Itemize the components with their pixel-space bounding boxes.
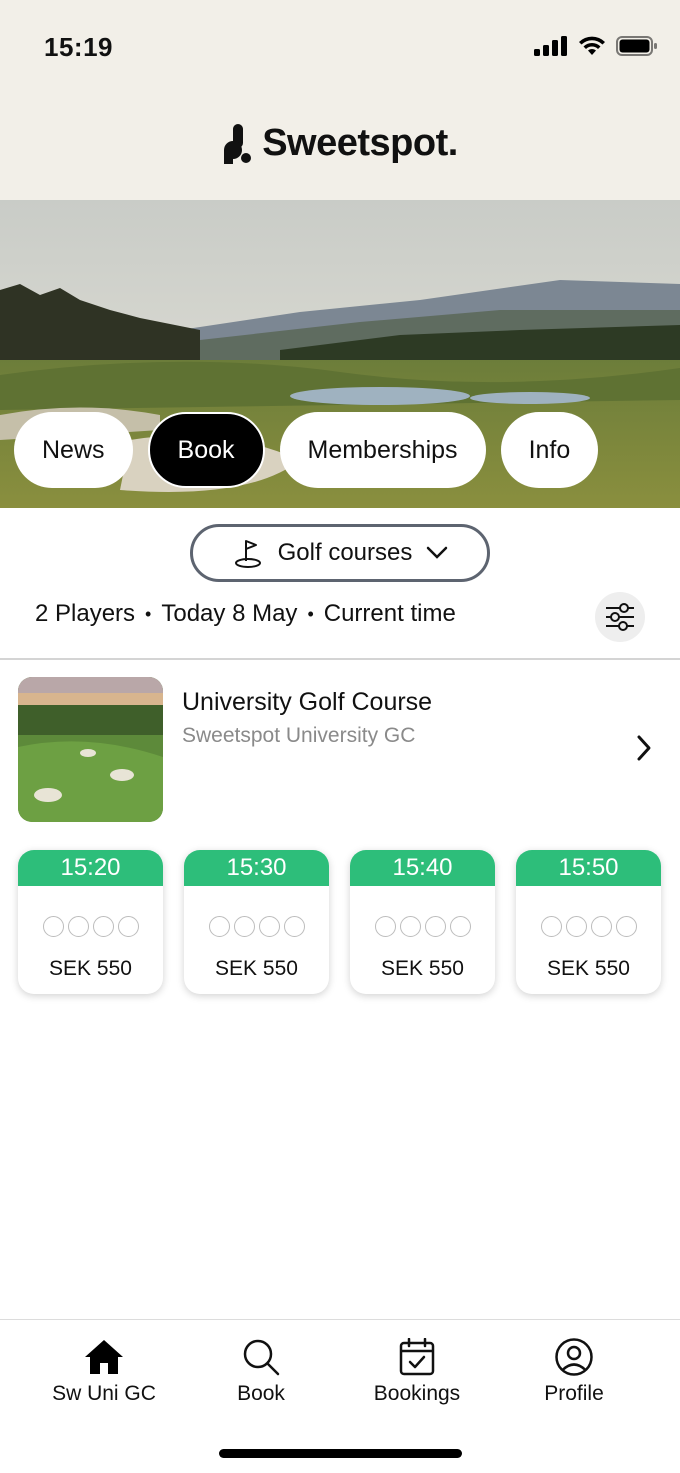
empty-spot-icon (399, 916, 421, 937)
chevron-right-icon[interactable] (636, 734, 652, 767)
signal-icon (534, 36, 567, 56)
date-text: Today 8 May (161, 600, 298, 627)
sliders-icon (606, 603, 634, 631)
tabbar-item-bookings[interactable]: Bookings (347, 1338, 487, 1406)
tab-info[interactable]: Info (500, 412, 599, 488)
battery-icon (616, 36, 657, 56)
tee-time-slot[interactable]: 15:20 SEK 550 (18, 850, 163, 994)
empty-spot-icon (590, 916, 612, 937)
empty-spot-icon (565, 916, 587, 937)
slot-time: 15:50 (516, 850, 661, 886)
slot-time: 15:20 (18, 850, 163, 886)
course-name[interactable]: University Golf Course (182, 688, 432, 717)
time-text: Current time (323, 600, 456, 627)
separator: • (145, 603, 152, 624)
tab-news[interactable]: News (14, 412, 133, 488)
tabbar-label: Book (237, 1382, 285, 1405)
golf-courses-dropdown[interactable]: Golf courses (190, 524, 490, 582)
brand-name: Sweetspot. (262, 122, 458, 164)
tabbar-label: Profile (544, 1382, 604, 1405)
tabbar-label: Sw Uni GC (52, 1382, 156, 1405)
slot-time: 15:40 (350, 850, 495, 886)
empty-spot-icon (374, 916, 396, 937)
separator: • (307, 603, 314, 624)
tab-memberships[interactable]: Memberships (279, 412, 486, 488)
app-header: 15:19 Sweetspot. (0, 0, 680, 200)
golf-flag-icon (234, 540, 261, 568)
hero-tabs: News Book Memberships Info (14, 412, 599, 488)
divider (0, 658, 680, 660)
chevron-down-icon (427, 546, 448, 559)
empty-spot-icon (615, 916, 637, 937)
empty-spot-icon (540, 916, 562, 937)
slot-price: SEK 550 (215, 957, 298, 980)
empty-spot-icon (92, 916, 114, 937)
home-indicator (219, 1449, 462, 1458)
wifi-icon (579, 36, 605, 55)
user-circle-icon (555, 1338, 593, 1376)
tabbar-label: Bookings (373, 1382, 461, 1405)
players-text: 2 Players (35, 600, 136, 627)
empty-spot-icon (208, 916, 230, 937)
tabbar-item-book[interactable]: Book (191, 1338, 331, 1406)
home-icon (85, 1340, 123, 1374)
empty-spot-icon (424, 916, 446, 937)
empty-spot-icon (258, 916, 280, 937)
slot-price: SEK 550 (49, 957, 132, 980)
player-spots (350, 916, 495, 937)
slot-price: SEK 550 (547, 957, 630, 980)
brand-logo: Sweetspot. (0, 122, 680, 165)
status-icons (534, 36, 658, 56)
status-time: 15:19 (44, 32, 113, 62)
empty-spot-icon (117, 916, 139, 937)
course-club: Sweetspot University GC (182, 724, 416, 747)
booking-summary[interactable]: 2 Players • Today 8 May • Current time (35, 600, 456, 628)
player-spots (516, 916, 661, 937)
empty-spot-icon (449, 916, 471, 937)
player-spots (18, 916, 163, 937)
golf-courses-label: Golf courses (277, 539, 413, 566)
course-thumbnail[interactable] (18, 677, 163, 822)
empty-spot-icon (42, 916, 64, 937)
tee-time-slot[interactable]: 15:40 SEK 550 (350, 850, 495, 994)
player-spots (184, 916, 329, 937)
tee-time-slot[interactable]: 15:50 SEK 550 (516, 850, 661, 994)
tee-time-slots: 15:20 SEK 550 15:30 SEK 550 15:40 SEK 55… (18, 850, 661, 994)
sweetspot-logo-icon (224, 123, 252, 164)
empty-spot-icon (67, 916, 89, 937)
tabbar-item-home[interactable]: Sw Uni GC (34, 1338, 174, 1406)
tabbar-item-profile[interactable]: Profile (504, 1338, 644, 1406)
tab-book[interactable]: Book (147, 412, 265, 488)
empty-spot-icon (233, 916, 255, 937)
tee-time-slot[interactable]: 15:30 SEK 550 (184, 850, 329, 994)
calendar-check-icon (399, 1338, 435, 1376)
slot-price: SEK 550 (381, 957, 464, 980)
empty-spot-icon (283, 916, 305, 937)
filter-button[interactable] (595, 592, 645, 642)
slot-time: 15:30 (184, 850, 329, 886)
course-aerial-image (18, 677, 163, 822)
search-icon (243, 1339, 280, 1376)
